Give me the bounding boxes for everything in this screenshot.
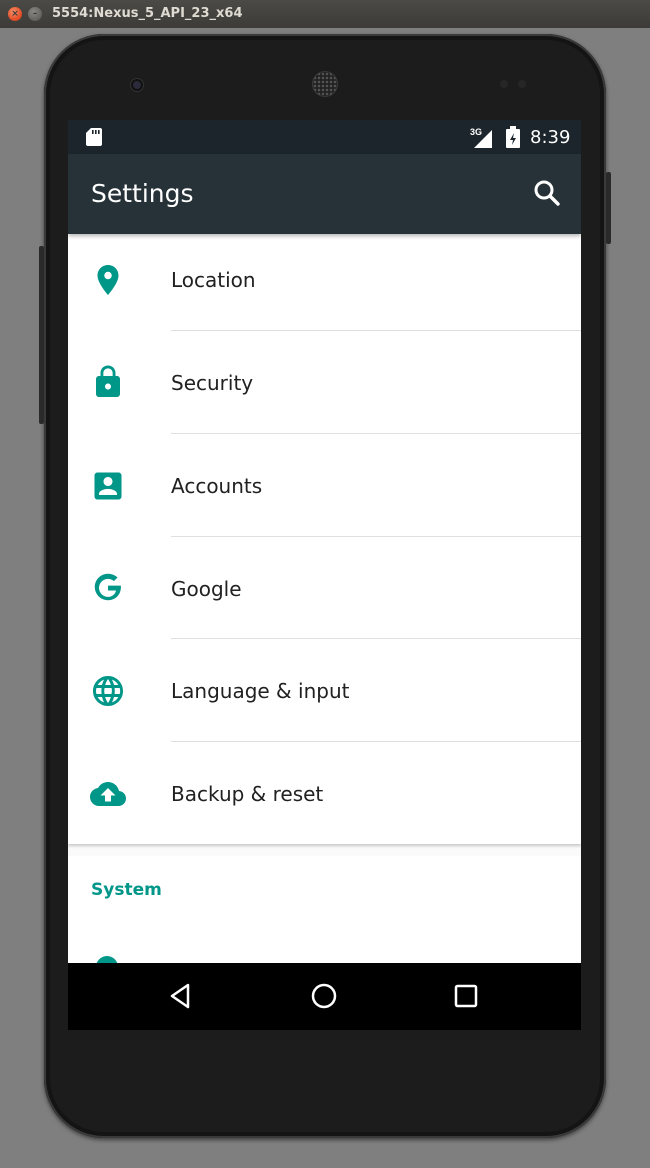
settings-item-backup[interactable]: Backup & reset	[68, 742, 581, 844]
network-type-label: 3G	[470, 127, 482, 137]
account-box-icon	[90, 468, 126, 504]
page-title: Settings	[91, 179, 194, 208]
settings-item-label: Security	[171, 371, 254, 395]
cloud-upload-icon	[90, 776, 126, 812]
window-title: 5554:Nexus_5_API_23_x64	[52, 6, 243, 21]
front-camera	[131, 79, 143, 91]
window-title-bar: × – 5554:Nexus_5_API_23_x64	[0, 0, 650, 28]
search-icon[interactable]	[530, 176, 564, 210]
device-screen: 3G 8:39 Settings Location Security Accou…	[68, 120, 581, 1030]
section-header-system: System	[91, 880, 162, 900]
settings-item-accounts[interactable]: Accounts	[68, 434, 581, 537]
close-window-button[interactable]: ×	[8, 7, 22, 21]
home-icon[interactable]	[308, 980, 340, 1012]
settings-item-security[interactable]: Security	[68, 331, 581, 434]
location-pin-icon	[90, 262, 126, 298]
app-bar: Settings	[68, 154, 581, 234]
device-power-button[interactable]	[606, 172, 611, 244]
back-icon[interactable]	[166, 980, 198, 1012]
globe-icon	[90, 673, 126, 709]
sd-card-icon	[86, 128, 102, 146]
minimize-icon: –	[32, 9, 38, 19]
settings-item-google[interactable]: Google	[68, 537, 581, 639]
settings-item-label: Language & input	[171, 679, 350, 703]
recents-icon[interactable]	[450, 980, 482, 1012]
earpiece-speaker	[313, 72, 337, 96]
device-volume-button[interactable]	[39, 246, 44, 424]
settings-item-label: Backup & reset	[171, 782, 324, 806]
minimize-window-button[interactable]: –	[28, 7, 42, 21]
battery-icon	[506, 126, 520, 148]
google-icon	[90, 569, 126, 605]
settings-item-label: Google	[171, 577, 242, 601]
navigation-bar	[68, 963, 581, 1030]
settings-item-label: Location	[171, 268, 256, 292]
status-bar: 3G 8:39	[68, 120, 581, 154]
settings-list: Location Security Accounts Google Langua…	[68, 234, 581, 844]
proximity-sensor	[500, 80, 508, 88]
lock-icon	[90, 364, 126, 400]
cellular-signal-icon: 3G	[470, 127, 492, 148]
settings-item-label: Accounts	[171, 474, 263, 498]
light-sensor	[518, 80, 526, 88]
status-bar-clock: 8:39	[530, 127, 571, 148]
settings-item-language[interactable]: Language & input	[68, 639, 581, 742]
settings-item-location[interactable]: Location	[68, 234, 581, 336]
close-icon: ×	[11, 9, 19, 19]
